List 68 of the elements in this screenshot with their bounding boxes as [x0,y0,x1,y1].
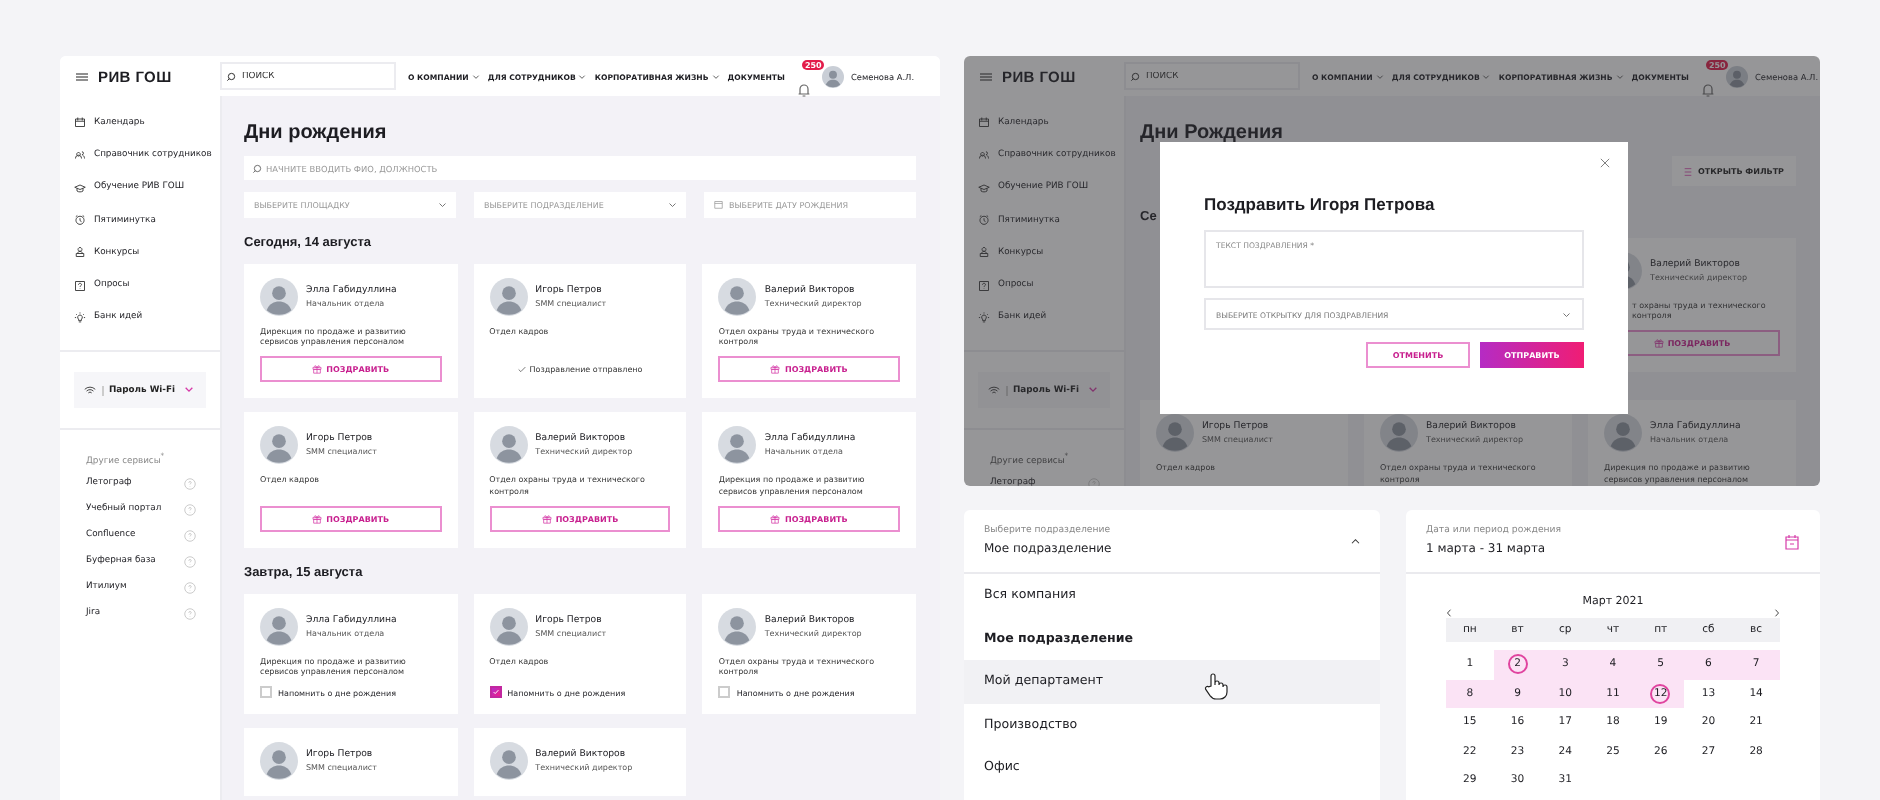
chevron-icon [1087,386,1097,394]
menu-icon[interactable] [76,71,88,81]
question-icon[interactable] [74,279,86,292]
avatar-icon [718,607,757,646]
people-icon[interactable] [978,148,990,161]
search-icon [1130,71,1140,81]
chevron-icon[interactable] [1349,537,1360,545]
filter-icon [1684,167,1692,175]
award-icon[interactable] [74,246,86,259]
avatar-icon[interactable] [822,65,845,87]
help-icon[interactable] [184,503,196,516]
help-icon[interactable] [184,581,196,594]
avatar-icon [260,742,298,781]
help-icon[interactable] [184,529,196,542]
clock-icon[interactable] [978,214,990,227]
gift-icon [770,513,781,524]
avatar-icon [718,426,757,465]
gift-icon [312,364,323,375]
help-icon[interactable] [184,555,196,568]
bulb-icon[interactable] [978,311,990,324]
help-icon[interactable] [184,607,196,620]
avatar-icon [1604,414,1642,453]
page-title: Дни рождения [244,122,389,146]
question-icon[interactable] [978,279,990,292]
wifi-icon [988,385,1000,395]
calendar-icon[interactable] [978,116,990,129]
avatar-icon [489,607,528,646]
next-month-icon[interactable] [1774,608,1780,618]
search-icon [252,163,262,173]
bell-icon[interactable] [1700,82,1717,98]
avatar-icon [260,607,298,646]
avatar-icon [489,426,528,465]
avatar-icon [260,278,298,316]
caret-icon[interactable] [711,73,720,79]
caret-icon[interactable] [471,73,480,79]
gift-icon [312,513,323,524]
graduation-cap-icon[interactable] [978,181,990,194]
checkbox[interactable] [489,686,502,699]
bulb-icon[interactable] [74,311,86,324]
calendar-icon[interactable] [74,116,86,129]
hand-cursor-icon [1204,672,1228,700]
search-icon [226,71,236,81]
bell-icon[interactable] [796,82,813,98]
gift-icon [770,364,781,375]
gift-icon [541,513,552,524]
check-icon [517,366,526,374]
help-icon[interactable] [184,477,196,490]
avatar-icon [718,278,757,316]
avatar-icon [489,742,528,781]
avatar-icon[interactable] [1726,65,1749,87]
page-title: Дни Рождения [1140,122,1286,146]
close-icon[interactable] [1600,158,1610,168]
calendar-icon [714,200,723,210]
previous-month-icon[interactable] [1446,608,1452,618]
gift-icon [1653,338,1664,349]
dialog-title: Поздравить Игоря Петрова [1204,194,1435,214]
avatar-icon [489,278,528,316]
avatar-icon [1156,414,1194,453]
award-icon[interactable] [978,246,990,259]
avatar-icon [260,426,298,465]
chevron-icon [183,386,193,394]
graduation-cap-icon[interactable] [74,181,86,194]
caret-icon[interactable] [578,73,587,79]
menu-icon[interactable] [980,71,992,81]
avatar-icon [1380,414,1418,453]
clock-icon[interactable] [74,214,86,227]
people-icon[interactable] [74,148,86,161]
wifi-icon [84,385,96,395]
